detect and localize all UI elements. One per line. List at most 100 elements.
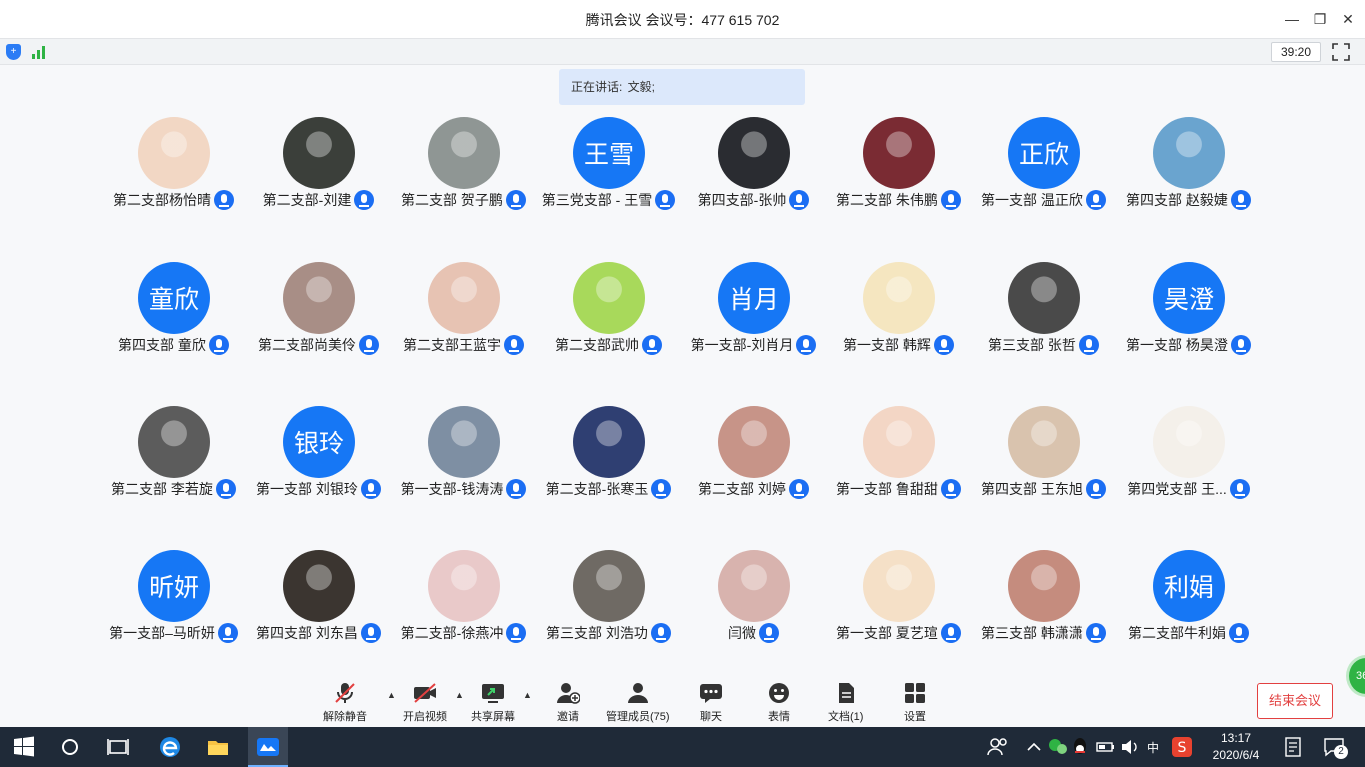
participant-tile[interactable]: 第一支部 鲁甜甜	[826, 406, 971, 506]
participant-tile[interactable]: 王雪第三党支部 - 王雪	[536, 117, 681, 217]
mic-icon	[796, 335, 817, 355]
participant-name: 第四支部 童欣	[118, 337, 206, 353]
participant-avatar-photo	[1153, 117, 1225, 189]
mic-icon	[788, 479, 809, 499]
windows-start-icon[interactable]	[12, 735, 36, 759]
participant-avatar-initials: 童欣	[138, 262, 210, 334]
task-view-icon[interactable]	[106, 735, 130, 759]
file-explorer-icon[interactable]	[206, 735, 230, 759]
participant-tile[interactable]: 第二支部 朱伟鹏	[826, 117, 971, 217]
participant-tile[interactable]: 银玲 第一支部 刘银玲	[246, 406, 391, 506]
participant-name: 第二支部 朱伟鹏	[836, 192, 938, 208]
participant-tile[interactable]: 第二支部-徐燕冲	[391, 550, 536, 650]
tray-expand-icon[interactable]	[1022, 735, 1046, 759]
participant-tile[interactable]: 第二支部 贺子鹏	[391, 117, 536, 217]
qq-icon[interactable]	[1068, 735, 1092, 759]
participant-tile[interactable]: 第二支部王蓝宇	[391, 262, 536, 362]
participant-tile[interactable]: 昊澄 第一支部 杨昊澄	[1116, 262, 1261, 362]
wechat-icon[interactable]	[1046, 735, 1070, 759]
people-icon[interactable]	[986, 735, 1010, 759]
participant-avatar-initials: 银玲	[283, 406, 355, 478]
participant-label: 第二支部牛利娟	[1116, 622, 1261, 644]
audio-options-caret[interactable]: ▲	[387, 690, 396, 700]
participant-tile[interactable]: 第三支部 韩潇潇	[971, 550, 1116, 650]
mic-icon	[1085, 190, 1106, 210]
ime-indicator[interactable]: 中	[1147, 739, 1159, 756]
chat-button[interactable]: 聊天	[699, 682, 723, 726]
participant-tile[interactable]: 利娟 第二支部牛利娟	[1116, 550, 1261, 650]
participant-tile[interactable]: 第一支部-钱涛涛	[391, 406, 536, 506]
participant-tile[interactable]: 第二支部尚美伶	[246, 262, 391, 362]
participant-avatar-photo	[283, 262, 355, 334]
video-options-caret[interactable]: ▲	[455, 690, 464, 700]
participant-label: 第一支部-刘肖月	[681, 334, 826, 356]
mic-icon	[360, 623, 381, 643]
participant-tile[interactable]: 童欣第四支部 童欣	[101, 262, 246, 362]
settings-button[interactable]: 设置	[903, 682, 927, 726]
participant-tile[interactable]: 第二支部 刘婷	[681, 406, 826, 506]
documents-button[interactable]: 文档(1)	[828, 682, 863, 726]
documents-label: 文档(1)	[828, 711, 864, 723]
participant-name: 第二支部-张寒玉	[545, 481, 649, 497]
participant-tile[interactable]: 第三支部 张哲	[971, 262, 1116, 362]
participant-tile[interactable]: 第一支部 夏艺瑄	[826, 550, 971, 650]
participant-name: 第一支部 鲁甜甜	[836, 481, 938, 497]
participant-name: 第二支部武帅	[555, 337, 639, 353]
participant-name: 第二支部-徐燕冲	[400, 625, 504, 641]
volume-icon[interactable]	[1118, 735, 1142, 759]
share-screen-button[interactable]: 共享屏幕	[471, 682, 515, 726]
participant-tile[interactable]: 第四支部 刘东昌	[246, 550, 391, 650]
participant-tile[interactable]: 第二支部杨怡晴	[101, 117, 246, 217]
participant-tile[interactable]: 第二支部武帅	[536, 262, 681, 362]
mic-icon	[642, 335, 662, 355]
participant-label: 第二支部-徐燕冲	[391, 622, 536, 644]
participant-label: 第四支部-张帅	[681, 189, 826, 211]
participant-tile[interactable]: 第一支部 韩辉	[826, 262, 971, 362]
end-meeting-button[interactable]: 结束会议	[1257, 683, 1333, 719]
participant-label: 第二支部 刘婷	[681, 478, 826, 500]
participant-tile[interactable]: 第四支部 赵毅婕	[1116, 117, 1261, 217]
participant-avatar-photo	[138, 406, 210, 478]
edge-browser-icon[interactable]	[158, 735, 182, 759]
participant-name: 第二支部 李若旋	[111, 481, 213, 497]
sogou-input-icon[interactable]: S	[1170, 735, 1194, 759]
participant-label: 第四支部 王东旭	[971, 478, 1116, 500]
participant-tile[interactable]: 肖月 第一支部-刘肖月	[681, 262, 826, 362]
participant-name: 第三党支部 - 王雪	[541, 192, 653, 208]
participant-tile[interactable]: 第四党支部 王...	[1116, 406, 1261, 506]
mic-icon	[1229, 479, 1250, 499]
search-icon[interactable]	[58, 735, 82, 759]
participant-tile[interactable]: 第三支部 刘浩功	[536, 550, 681, 650]
participant-avatar-initials: 昊澄	[1153, 262, 1225, 334]
manage-members-button[interactable]: 管理成员(75)	[606, 682, 670, 726]
participant-label: 第二支部王蓝宇	[391, 334, 536, 356]
participant-tile[interactable]: 第二支部-张寒玉	[536, 406, 681, 506]
participant-tile[interactable]: 第四支部 王东旭	[971, 406, 1116, 506]
participant-tile[interactable]: 第四支部-张帅	[681, 117, 826, 217]
tencent-meeting-task[interactable]	[248, 727, 288, 767]
unmute-label: 解除静音	[323, 711, 367, 723]
participant-tile[interactable]: 闫微	[681, 550, 826, 650]
participant-tile[interactable]: 第二支部-刘建	[246, 117, 391, 217]
start-video-button[interactable]: 开启视频	[403, 682, 447, 726]
battery-icon[interactable]	[1094, 735, 1118, 759]
invite-button[interactable]: 邀请	[556, 682, 581, 726]
participant-tile[interactable]: 正欣 第一支部 温正欣	[971, 117, 1116, 217]
mic-icon	[215, 479, 236, 499]
participant-tile[interactable]: 昕妍 第一支部–马昕妍	[101, 550, 246, 650]
camera-off-icon	[413, 682, 437, 704]
participant-avatar-initials: 肖月	[718, 262, 790, 334]
participant-name: 第二支部杨怡晴	[113, 192, 211, 208]
reactions-button[interactable]: 表情	[767, 682, 791, 726]
share-options-caret[interactable]: ▲	[523, 690, 532, 700]
unmute-button[interactable]: 解除静音	[323, 682, 367, 726]
participant-label: 闫微	[681, 622, 826, 644]
start-video-label: 开启视频	[403, 711, 447, 723]
participant-avatar-photo	[1008, 262, 1080, 334]
participant-avatar-initials: 王雪	[573, 117, 645, 189]
action-center[interactable]: 2	[1322, 735, 1350, 759]
participant-tile[interactable]: 第二支部 李若旋	[101, 406, 246, 506]
participant-avatar-photo	[718, 550, 790, 622]
notes-icon[interactable]	[1281, 735, 1305, 759]
system-clock[interactable]: 13:17 2020/6/4	[1196, 730, 1276, 764]
